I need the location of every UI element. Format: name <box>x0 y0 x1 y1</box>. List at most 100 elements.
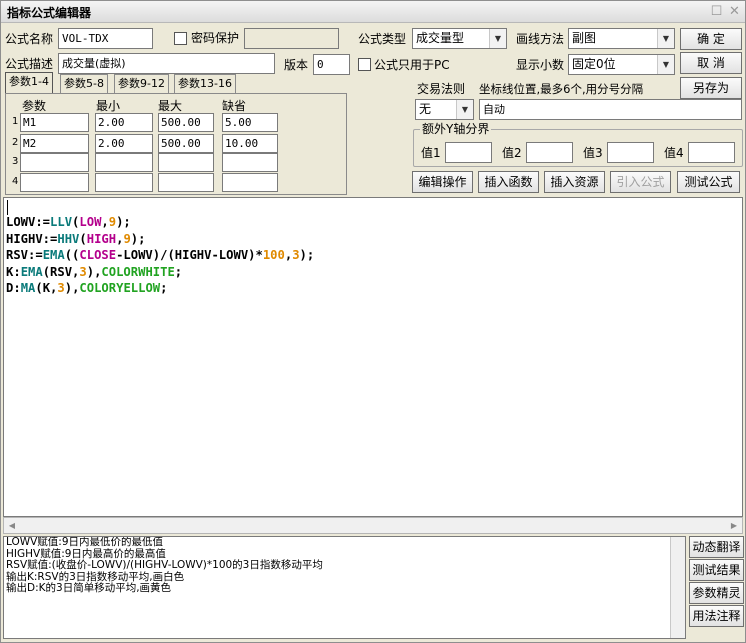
row-number: 3 <box>12 156 19 167</box>
cancel-button[interactable]: 取 消 <box>680 52 742 74</box>
code-token: ; <box>160 281 168 295</box>
import-formula-button[interactable]: 引入公式 <box>610 171 671 193</box>
param-wizard-button[interactable]: 参数精灵 <box>689 582 744 604</box>
param-min-input[interactable]: 2.00 <box>95 113 153 132</box>
row-number: 4 <box>12 176 19 187</box>
code-token: CLOSE <box>79 248 117 262</box>
code-token: MA <box>20 281 36 295</box>
code-token: ; <box>174 264 183 279</box>
version-input[interactable]: 0 <box>313 54 350 75</box>
decimals-select[interactable]: 固定0位 ▼ <box>568 54 675 75</box>
tab-params-13-16[interactable]: 参数13-16 <box>174 74 236 93</box>
formula-name-input[interactable]: VOL-TDX <box>58 28 153 49</box>
code-token: , <box>101 215 109 229</box>
test-result-button[interactable]: 测试结果 <box>689 559 744 581</box>
dynamic-translate-button[interactable]: 动态翻译 <box>689 536 744 558</box>
code-token: ( <box>79 231 87 246</box>
axis-position-input[interactable]: 自动 <box>479 99 742 120</box>
code-token: RSV:= <box>6 248 43 262</box>
vertical-scrollbar[interactable] <box>670 537 685 638</box>
horizontal-scrollbar[interactable]: ◀ ▶ <box>3 517 743 534</box>
tab-params-5-8[interactable]: 参数5-8 <box>60 74 108 93</box>
code-token: EMA <box>42 248 65 262</box>
value4-input[interactable] <box>688 142 735 163</box>
scroll-left-icon[interactable]: ◀ <box>4 518 20 533</box>
edit-ops-button[interactable]: 编辑操作 <box>412 171 473 193</box>
params-panel: 参数 最小 最大 缺省 1 M1 2.00 500.00 5.00 2 M2 2… <box>5 93 347 195</box>
param-name-input[interactable]: M2 <box>20 134 89 153</box>
title-bar: 指标公式编辑器 ☐ ✕ <box>1 1 745 23</box>
param-min-input[interactable]: 2.00 <box>95 134 153 153</box>
version-label: 版本 <box>284 58 309 72</box>
param-max-input[interactable] <box>158 153 214 172</box>
param-header-name: 参数 <box>22 99 47 113</box>
param-name-input[interactable]: M1 <box>20 113 89 132</box>
code-token: HHV <box>57 231 80 246</box>
chevron-down-icon: ▼ <box>657 29 674 48</box>
password-checkbox[interactable] <box>174 32 187 45</box>
value1-input[interactable] <box>445 142 492 163</box>
param-default-input[interactable] <box>222 153 278 172</box>
code-line: D:MA(K,3),COLORYELLOW; <box>6 280 314 297</box>
formula-name-label: 公式名称 <box>5 32 54 46</box>
formula-editor-window: 指标公式编辑器 ☐ ✕ 公式名称 VOL-TDX 密码保护 公式类型 成交量型 … <box>0 0 746 643</box>
value3-input[interactable] <box>607 142 654 163</box>
ok-button[interactable]: 确 定 <box>680 28 742 50</box>
code-token: 3 <box>79 264 87 279</box>
value1-label: 值1 <box>421 146 441 160</box>
value2-input[interactable] <box>526 142 573 163</box>
insert-resource-button[interactable]: 插入资源 <box>544 171 605 193</box>
extra-y-axis-label: 额外Y轴分界 <box>420 122 492 136</box>
code-token: LOW <box>79 215 102 229</box>
code-token: (RSV, <box>42 264 80 279</box>
code-token: HIGH <box>86 231 117 246</box>
code-token: K: <box>6 264 21 279</box>
scroll-right-icon[interactable]: ▶ <box>726 518 742 533</box>
code-token: 3 <box>57 281 65 295</box>
param-name-input[interactable] <box>20 153 89 172</box>
formula-desc-input[interactable]: 成交量(虚拟) <box>58 53 275 74</box>
trade-rule-select[interactable]: 无 ▼ <box>415 99 474 120</box>
param-max-input[interactable] <box>158 173 214 192</box>
code-token: 3 <box>292 248 300 262</box>
tab-params-9-12[interactable]: 参数9-12 <box>114 74 169 93</box>
param-min-input[interactable] <box>95 173 153 192</box>
code-token: ); <box>116 215 131 229</box>
formula-type-value: 成交量型 <box>416 31 465 45</box>
param-default-input[interactable]: 5.00 <box>222 113 278 132</box>
param-header-max: 最大 <box>158 99 183 113</box>
code-token: COLORWHITE <box>101 264 175 279</box>
formula-type-label: 公式类型 <box>358 32 407 46</box>
test-formula-button[interactable]: 测试公式 <box>677 171 740 193</box>
save-as-button[interactable]: 另存为 <box>680 77 742 99</box>
value3-label: 值3 <box>583 146 603 160</box>
code-editor[interactable]: LOWV:=LLV(LOW,9); HIGHV:=HHV(HIGH,9); RSV:… <box>3 197 743 517</box>
formula-type-select[interactable]: 成交量型 ▼ <box>412 28 507 49</box>
param-header-min: 最小 <box>96 99 121 113</box>
pc-only-label: 公式只用于PC <box>374 58 450 72</box>
usage-note-button[interactable]: 用法注释 <box>689 605 744 627</box>
chevron-down-icon: ▼ <box>456 100 473 119</box>
code-token: COLORYELLOW <box>79 281 161 295</box>
maximize-icon[interactable]: ☐ <box>710 5 723 18</box>
tab-params-1-4[interactable]: 参数1-4 <box>5 72 53 93</box>
param-max-input[interactable]: 500.00 <box>158 134 214 153</box>
code-token: HIGHV:= <box>6 231 58 246</box>
code-token: EMA <box>20 264 43 279</box>
draw-method-select[interactable]: 副图 ▼ <box>568 28 675 49</box>
note-line: LOWV赋值:9日内最低价的最低值 <box>6 536 164 548</box>
password-input[interactable] <box>244 28 339 49</box>
code-token: 9 <box>108 215 117 229</box>
param-default-input[interactable]: 10.00 <box>222 134 278 153</box>
param-default-input[interactable] <box>222 173 278 192</box>
row-number: 1 <box>12 116 19 127</box>
param-name-input[interactable] <box>20 173 89 192</box>
param-max-input[interactable]: 500.00 <box>158 113 214 132</box>
code-line: RSV:=EMA((CLOSE-LOWV)/(HIGHV-LOWV)*100,3… <box>6 247 314 264</box>
pc-only-checkbox[interactable] <box>358 58 371 71</box>
param-min-input[interactable] <box>95 153 153 172</box>
insert-function-button[interactable]: 插入函数 <box>478 171 539 193</box>
close-icon[interactable]: ✕ <box>728 5 741 18</box>
trade-rule-label: 交易法则 <box>417 82 466 96</box>
code-token: (( <box>64 248 80 262</box>
